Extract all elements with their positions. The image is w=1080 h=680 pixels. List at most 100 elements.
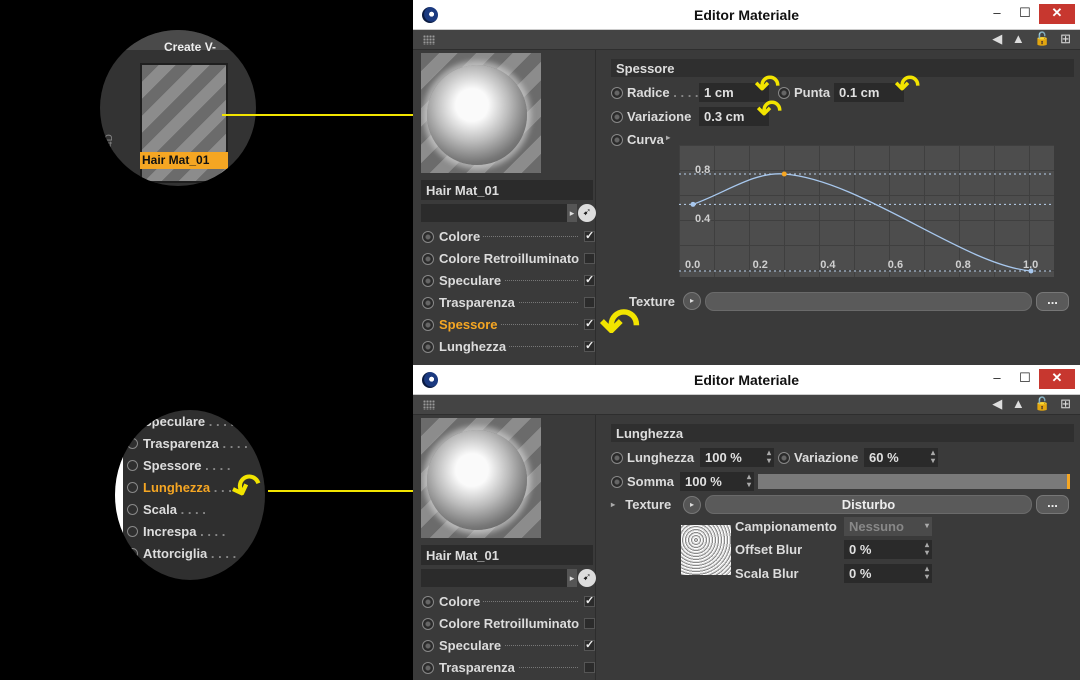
channel-radio[interactable] <box>422 275 434 287</box>
channel-radio[interactable] <box>422 618 434 630</box>
variazione-value: 60 % <box>869 450 899 465</box>
curva-radio[interactable] <box>611 134 623 146</box>
channel-item[interactable]: Colore ✓ <box>413 591 596 613</box>
channel-checkbox[interactable] <box>584 253 595 264</box>
spinner-icon[interactable]: ▴ ▾ <box>925 565 929 581</box>
texture-more-button[interactable]: ... <box>1036 292 1069 311</box>
channel-item[interactable]: Colore ✓ <box>413 226 596 248</box>
channel-checkbox[interactable]: ✓ <box>584 319 595 330</box>
channel-column: Hair Mat_01 ▸ ➹ Colore ✓ Colore Retroillum… <box>413 50 596 365</box>
material-name[interactable]: Hair Mat_01 <box>421 180 593 200</box>
channel-item[interactable]: Speculare ✓ <box>413 270 596 292</box>
maximize-button[interactable]: ☐ <box>1011 369 1039 389</box>
radio-icon <box>127 504 138 515</box>
scala-blur-input[interactable]: 0 % ▴ ▾ <box>844 564 932 583</box>
channel-item[interactable]: Lunghezza ✓ <box>413 336 596 358</box>
toolbar-icons[interactable]: ◀ ▲ 🔓 ⊞ <box>992 396 1074 412</box>
somma-radio[interactable] <box>611 476 623 488</box>
toolbar-icons[interactable]: ◀ ▲ 🔓 ⊞ <box>992 31 1074 47</box>
channel-radio[interactable] <box>422 596 434 608</box>
channel-label-text: Colore <box>439 594 484 609</box>
grip-icon[interactable] <box>423 35 435 45</box>
channel-radio[interactable] <box>422 640 434 652</box>
channel-checkbox[interactable] <box>584 618 595 629</box>
pick-cursor-icon[interactable]: ➹ <box>578 204 596 222</box>
channel-radio[interactable] <box>422 297 434 309</box>
campionamento-select[interactable]: Nessuno ▾ <box>844 517 932 536</box>
channel-radio[interactable] <box>422 231 434 243</box>
curve-svg[interactable] <box>679 145 1054 277</box>
channel-label-text: Colore Retroilluminato <box>439 251 583 266</box>
lens-vertical-text: NEMA 4D <box>104 134 115 178</box>
lunghezza-input[interactable]: 100 % ▴ ▾ <box>700 448 774 467</box>
punta-input[interactable]: 0.1 cm <box>834 83 904 102</box>
channel-checkbox[interactable]: ✓ <box>584 596 595 607</box>
lunghezza-radio[interactable] <box>611 452 623 464</box>
channel-checkbox[interactable]: ✓ <box>584 275 595 286</box>
channel-item[interactable]: Trasparenza <box>413 657 596 679</box>
close-button[interactable]: ✕ <box>1039 369 1075 389</box>
texture-more-button[interactable]: ... <box>1036 495 1069 514</box>
variazione-radio[interactable] <box>778 452 790 464</box>
punta-label: Punta <box>794 85 831 100</box>
noise-texture-preview <box>681 525 731 575</box>
lunghezza-row[interactable]: Lunghezza <box>611 450 694 465</box>
somma-input[interactable]: 100 % ▴ ▾ <box>680 472 754 491</box>
somma-label: Somma <box>627 474 674 489</box>
channel-checkbox[interactable]: ✓ <box>584 640 595 651</box>
pick-cursor-icon[interactable]: ➹ <box>578 569 596 587</box>
curva-row[interactable]: Curva ▸ <box>611 132 670 147</box>
material-name[interactable]: Hair Mat_01 <box>421 545 593 565</box>
channel-checkbox[interactable] <box>584 662 595 673</box>
channel-checkbox[interactable] <box>584 297 595 308</box>
texture-play-icon[interactable]: ▸ <box>683 292 701 310</box>
variazione-input[interactable]: 60 % ▴ ▾ <box>864 448 938 467</box>
x-tick-label: 0.0 <box>685 259 701 271</box>
variazione-row[interactable]: Variazione <box>778 450 858 465</box>
channel-item[interactable]: Colore Retroilluminato <box>413 248 596 270</box>
lens-channel-label: Increspa <box>143 524 197 539</box>
channel-radio[interactable] <box>422 319 434 331</box>
channel-item[interactable]: Trasparenza <box>413 292 596 314</box>
channel-item[interactable]: Colore Retroilluminato <box>413 613 596 635</box>
punta-row[interactable]: Punta <box>778 85 830 100</box>
minimize-button[interactable]: – <box>983 4 1011 24</box>
offset-blur-input[interactable]: 0 % ▴ ▾ <box>844 540 932 559</box>
maximize-button[interactable]: ☐ <box>1011 4 1039 24</box>
curve-knot[interactable] <box>781 171 787 177</box>
material-preview <box>421 418 541 538</box>
channel-radio[interactable] <box>422 253 434 265</box>
minimize-button[interactable]: – <box>983 369 1011 389</box>
spinner-icon[interactable]: ▴ ▾ <box>925 541 929 557</box>
texture-slot[interactable]: Disturbo <box>705 495 1032 514</box>
somma-row[interactable]: Somma <box>611 474 674 489</box>
grip-icon[interactable] <box>423 400 435 410</box>
channel-checkbox[interactable]: ✓ <box>584 231 595 242</box>
curve-graph[interactable]: 0.8 0.4 0.0 0.2 0.4 0.6 0.8 1.0 <box>679 145 1054 277</box>
spinner-icon[interactable]: ▴ ▾ <box>767 449 771 465</box>
expand-arrow-icon[interactable]: ▸ <box>567 569 577 587</box>
spinner-icon[interactable]: ▴ ▾ <box>747 473 751 489</box>
title-bar: Editor Materiale – ☐ ✕ <box>413 0 1080 30</box>
somma-slider[interactable] <box>758 474 1070 489</box>
search-field[interactable] <box>421 569 569 587</box>
channel-item[interactable]: Speculare ✓ <box>413 635 596 657</box>
spline-curve[interactable] <box>692 173 1032 272</box>
search-field[interactable] <box>421 204 569 222</box>
curve-knot[interactable] <box>690 201 696 207</box>
close-button[interactable]: ✕ <box>1039 4 1075 24</box>
texture-play-icon[interactable]: ▸ <box>683 496 701 514</box>
lens-header-text: Create V- <box>164 40 217 54</box>
channel-radio[interactable] <box>422 662 434 674</box>
radice-radio[interactable] <box>611 87 623 99</box>
curva-label: Curva <box>627 132 664 147</box>
channel-radio[interactable] <box>422 341 434 353</box>
channel-item[interactable]: Spessore ✓ <box>413 314 596 336</box>
variazione-row[interactable]: Variazione <box>611 109 691 124</box>
expand-arrow-icon[interactable]: ▸ <box>567 204 577 222</box>
variazione-radio[interactable] <box>611 111 623 123</box>
spinner-icon[interactable]: ▴ ▾ <box>931 449 935 465</box>
radice-row[interactable]: Radice . . . . <box>611 85 699 100</box>
texture-slot[interactable] <box>705 292 1032 311</box>
channel-checkbox[interactable]: ✓ <box>584 341 595 352</box>
